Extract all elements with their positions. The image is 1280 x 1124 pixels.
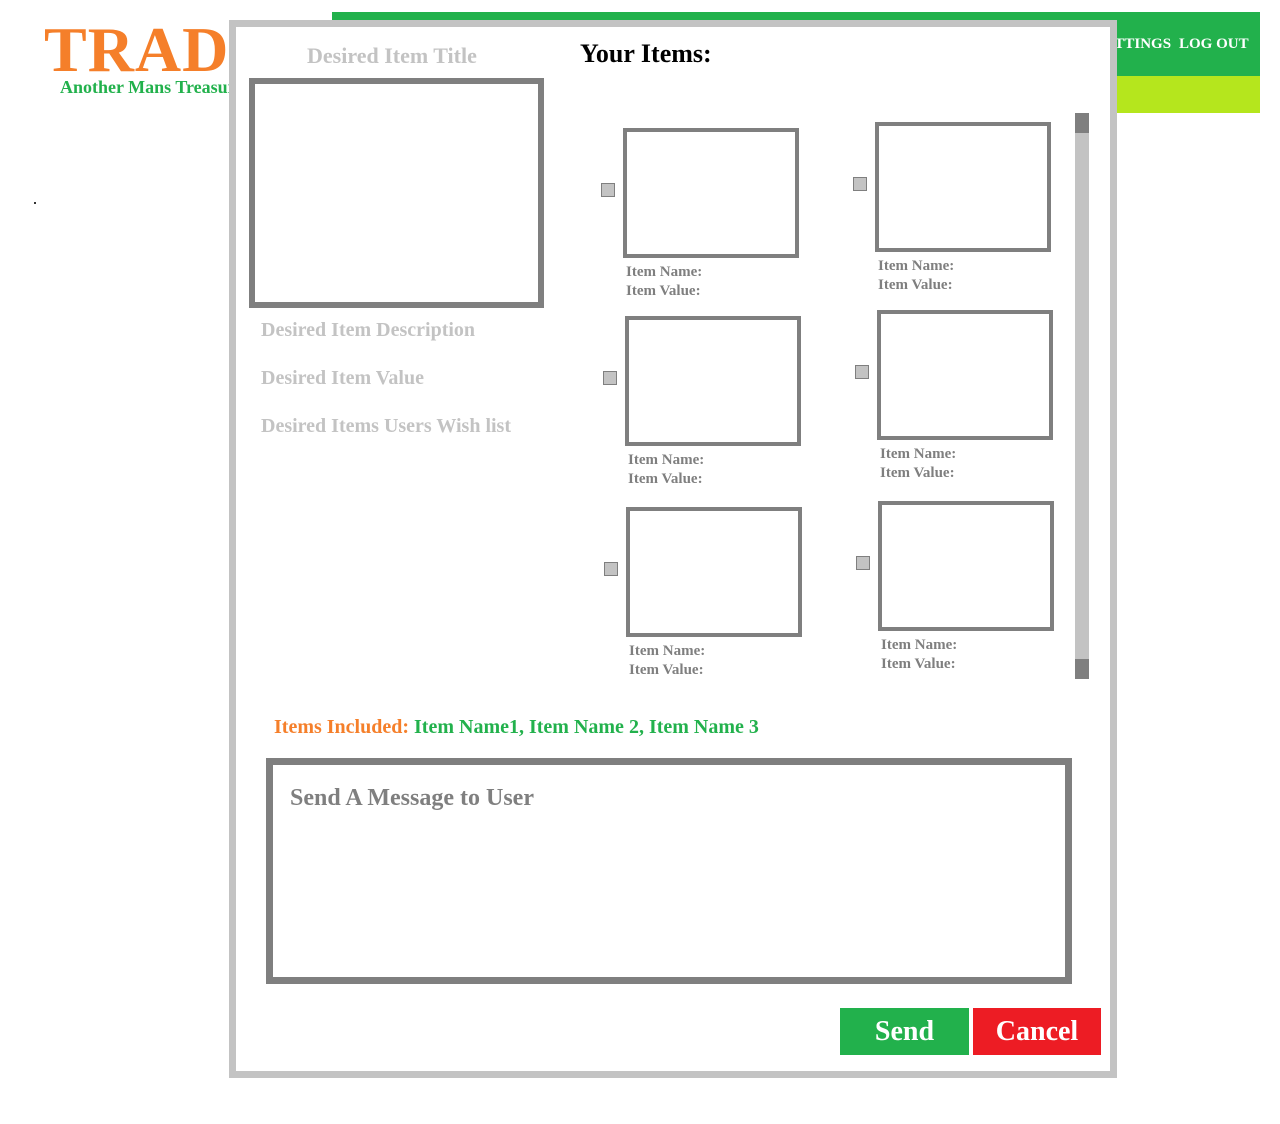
desired-item-value: Desired Item Value: [261, 367, 424, 389]
item-name-label: Item Name:: [881, 637, 958, 653]
item-checkbox[interactable]: [855, 365, 869, 379]
item-name-label: Item Name:: [628, 452, 705, 468]
desired-items-wishlist: Desired Items Users Wish list: [261, 415, 511, 437]
scrollbar-down-handle[interactable]: [1075, 659, 1089, 679]
item-name-label: Item Name:: [880, 446, 957, 462]
item-value-label: Item Value:: [881, 656, 956, 672]
cancel-button[interactable]: Cancel: [973, 1008, 1101, 1055]
sub-nav-bar: [1116, 76, 1260, 113]
item-value-label: Item Value:: [878, 277, 953, 293]
item-name-label: Item Name:: [629, 643, 706, 659]
nav-logout-link[interactable]: LOG OUT: [1179, 34, 1249, 54]
message-placeholder: Send A Message to User: [290, 785, 534, 811]
items-included: Items Included: Item Name1, Item Name 2,…: [274, 714, 759, 740]
item-thumbnail[interactable]: [626, 507, 802, 637]
desired-item-image: [249, 78, 544, 308]
item-thumbnail[interactable]: [877, 310, 1053, 440]
item-checkbox[interactable]: [853, 177, 867, 191]
item-value-label: Item Value:: [629, 662, 704, 678]
item-value-label: Item Value:: [626, 283, 701, 299]
stray-dot: [34, 202, 36, 204]
item-name-label: Item Name:: [626, 264, 703, 280]
item-value-label: Item Value:: [628, 471, 703, 487]
item-checkbox[interactable]: [601, 183, 615, 197]
your-items-heading: Your Items:: [580, 39, 712, 68]
desired-item-description: Desired Item Description: [261, 319, 476, 341]
item-checkbox[interactable]: [603, 371, 617, 385]
item-thumbnail[interactable]: [623, 128, 799, 258]
scrollbar-up-handle[interactable]: [1075, 113, 1089, 133]
item-name-label: Item Name:: [878, 258, 955, 274]
send-button[interactable]: Send: [840, 1008, 969, 1055]
items-scrollbar[interactable]: [1075, 113, 1089, 679]
item-thumbnail[interactable]: [878, 501, 1054, 631]
item-checkbox[interactable]: [604, 562, 618, 576]
items-included-label: Items Included:: [274, 716, 410, 738]
tagline: Another Mans Treasure: [60, 77, 244, 97]
item-value-label: Item Value:: [880, 465, 955, 481]
items-included-value: Item Name1, Item Name 2, Item Name 3: [414, 716, 759, 738]
item-thumbnail[interactable]: [875, 122, 1051, 252]
desired-item-title: Desired Item Title: [307, 43, 477, 68]
item-checkbox[interactable]: [856, 556, 870, 570]
item-thumbnail[interactable]: [625, 316, 801, 446]
